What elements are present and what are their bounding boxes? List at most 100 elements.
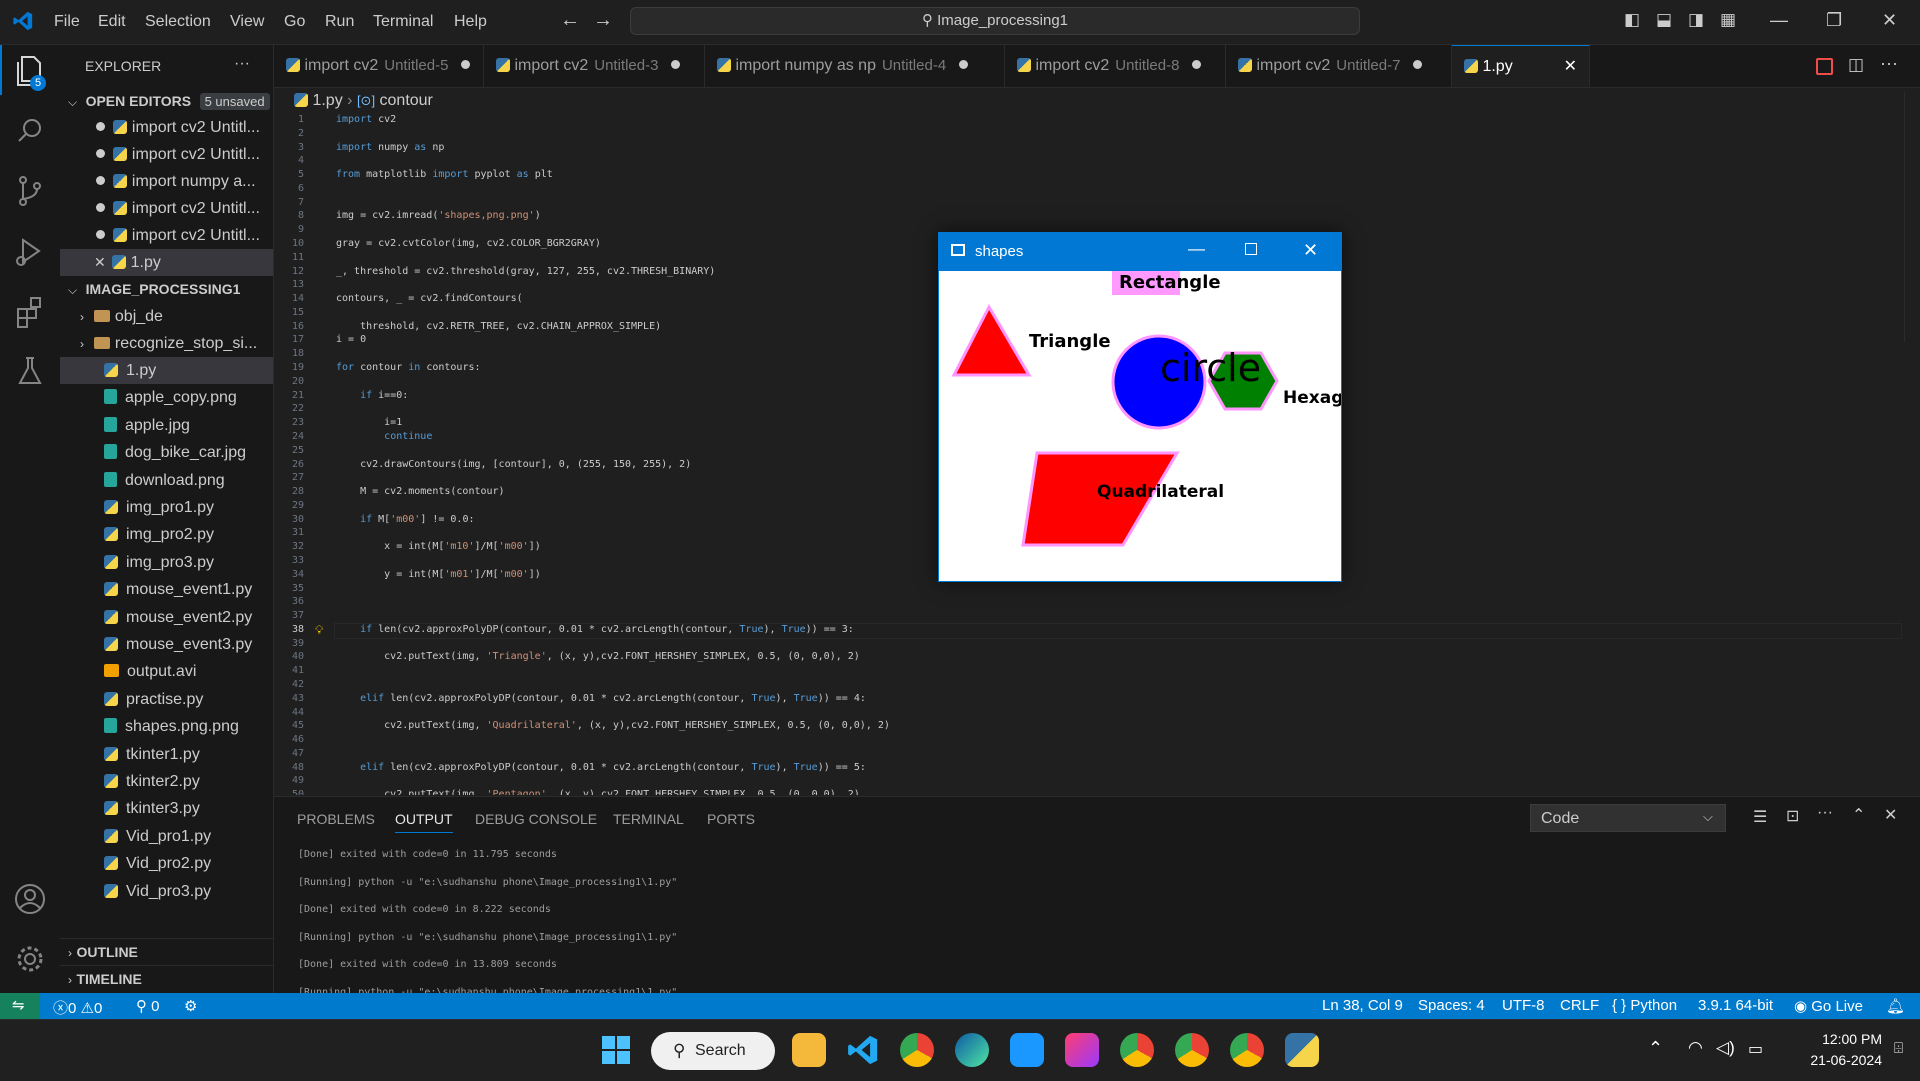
source-control-icon[interactable] [10,171,50,211]
notification-center-icon[interactable]: ⌹ [1894,1040,1903,1057]
go-live-button[interactable]: ◉ Go Live [1794,997,1863,1015]
extensions-icon[interactable] [10,291,50,331]
restore-window-icon[interactable]: ❐ [1826,10,1842,31]
maximize-window-icon[interactable] [1245,243,1257,255]
more-actions-icon[interactable]: ··· [1880,53,1898,74]
outline-header[interactable]: › OUTLINE [60,938,273,966]
close-icon[interactable]: ✕ [94,254,106,270]
editor-scrollbar[interactable] [1904,92,1919,342]
explorer-more-actions[interactable]: ··· [234,55,250,73]
vscode-taskbar-icon[interactable] [846,1033,880,1067]
search-icon[interactable] [10,111,50,151]
maximize-panel-icon[interactable]: ⌃ [1852,805,1865,825]
menu-help[interactable]: Help [454,13,487,31]
toggle-primary-sidebar-icon[interactable]: ◧ [1624,10,1640,30]
edge-icon[interactable] [955,1033,989,1067]
minimize-window-icon[interactable]: — [1188,239,1205,259]
editor-tab[interactable]: import cv2 Untitled-3 [484,45,705,87]
menu-edit[interactable]: Edit [98,13,126,31]
editor-tab[interactable]: import cv2 Untitled-5 [274,45,484,87]
close-panel-icon[interactable]: ✕ [1884,805,1897,825]
end-of-line[interactable]: CRLF [1560,997,1599,1014]
clock-date[interactable]: 21-06-2024 [1786,1052,1882,1068]
editor-tab[interactable]: import cv2 Untitled-7 [1226,45,1452,87]
close-window-icon[interactable]: ✕ [1303,240,1318,261]
encoding[interactable]: UTF-8 [1502,997,1545,1014]
file-item[interactable]: shapes.png.png [60,713,273,740]
file-item[interactable]: output.avi [60,658,273,685]
menu-file[interactable]: File [54,13,80,31]
file-item[interactable]: dog_bike_car.jpg [60,439,273,466]
battery-icon[interactable]: ▭ [1748,1039,1763,1059]
menu-terminal[interactable]: Terminal [373,13,433,31]
menu-view[interactable]: View [230,13,264,31]
project-folder-header[interactable]: ⌵ IMAGE_PROCESSING1 [60,276,273,303]
file-item[interactable]: mouse_event3.py [60,631,273,658]
open-editor-item[interactable]: import cv2 Untitl... [60,141,273,168]
file-item[interactable]: Vid_pro3.py [60,878,273,905]
chrome-profile-icon[interactable] [1175,1033,1209,1067]
panel-tab-terminal[interactable]: TERMINAL [613,811,684,827]
timeline-header[interactable]: › TIMELINE [60,965,273,993]
open-editor-item-active[interactable]: ✕ 1.py [60,249,273,276]
chrome-profile-icon[interactable] [1120,1033,1154,1067]
chrome-icon[interactable] [900,1033,934,1067]
debug-status-icon[interactable]: ⚙ [184,997,197,1015]
folder-item[interactable]: › obj_de [60,303,273,330]
output-channel-select[interactable]: Code ⌵ [1530,804,1726,832]
taskbar-search[interactable]: ⚲ Search [651,1032,775,1070]
file-item[interactable]: apple.jpg [60,412,273,439]
notifications-bell-icon[interactable]: 🔔︎ [1886,997,1905,1015]
file-item[interactable]: Vid_pro2.py [60,850,273,877]
toggle-secondary-sidebar-icon[interactable]: ◨ [1688,10,1704,30]
panel-tab-debug-console[interactable]: DEBUG CONSOLE [475,811,597,827]
file-item[interactable]: apple_copy.png [60,384,273,411]
lightbulb-icon[interactable]: 💡︎ [315,623,323,638]
back-arrow-icon[interactable]: ← [560,9,580,32]
file-item[interactable]: img_pro3.py [60,549,273,576]
testing-icon[interactable] [10,351,50,391]
chrome-profile-icon[interactable] [1230,1033,1264,1067]
ports-indicator[interactable]: ⚲ 0 [136,997,160,1015]
python-interpreter[interactable]: 3.9.1 64-bit [1698,997,1773,1014]
settings-gear-icon[interactable] [10,939,50,979]
menu-go[interactable]: Go [284,13,305,31]
open-editor-item[interactable]: import cv2 Untitl... [60,114,273,141]
file-item[interactable]: mouse_event2.py [60,604,273,631]
forward-arrow-icon[interactable]: → [593,9,613,32]
editor-tab[interactable]: import cv2 Untitled-8 [1005,45,1226,87]
panel-tab-output[interactable]: OUTPUT [395,811,453,833]
file-explorer-icon[interactable] [792,1033,826,1067]
account-icon[interactable] [10,879,50,919]
shapes-window-titlebar[interactable]: shapes — ✕ [939,233,1341,271]
open-editor-item[interactable]: import cv2 Untitl... [60,222,273,249]
indentation[interactable]: Spaces: 4 [1418,997,1485,1014]
open-editors-header[interactable]: ⌵ OPEN EDITORS 5 unsaved [60,88,273,115]
close-window-icon[interactable]: ✕ [1882,10,1897,31]
folder-item[interactable]: › recognize_stop_si... [60,330,273,357]
file-item[interactable]: tkinter1.py [60,741,273,768]
split-editor-icon[interactable]: ◫ [1848,55,1864,75]
file-item[interactable]: tkinter3.py [60,795,273,822]
file-item[interactable]: tkinter2.py [60,768,273,795]
customize-layout-icon[interactable]: ▦ [1720,10,1736,30]
file-item[interactable]: 1.py [60,357,273,384]
file-item[interactable]: mouse_event1.py [60,576,273,603]
editor-tab-active[interactable]: 1.py ✕ [1452,45,1590,87]
breadcrumb-symbol[interactable]: contour [380,92,433,109]
prime-video-icon[interactable] [1010,1033,1044,1067]
errors-indicator[interactable]: ⓧ0 ⚠0 [53,997,102,1018]
python-taskbar-icon[interactable] [1285,1033,1319,1067]
file-item[interactable]: img_pro1.py [60,494,273,521]
editor-tab[interactable]: import numpy as np Untitled-4 [705,45,1005,87]
file-item[interactable]: practise.py [60,686,273,713]
file-item[interactable]: Vid_pro1.py [60,823,273,850]
breadcrumb-file[interactable]: 1.py [312,92,342,109]
windows-start-icon[interactable] [602,1036,630,1064]
open-editor-item[interactable]: import numpy a... [60,168,273,195]
more-actions-icon[interactable]: ··· [1817,804,1833,822]
menu-run[interactable]: Run [325,13,354,31]
creative-cloud-icon[interactable] [1065,1033,1099,1067]
wifi-icon[interactable]: ◠ [1688,1038,1703,1058]
open-editor-item[interactable]: import cv2 Untitl... [60,195,273,222]
